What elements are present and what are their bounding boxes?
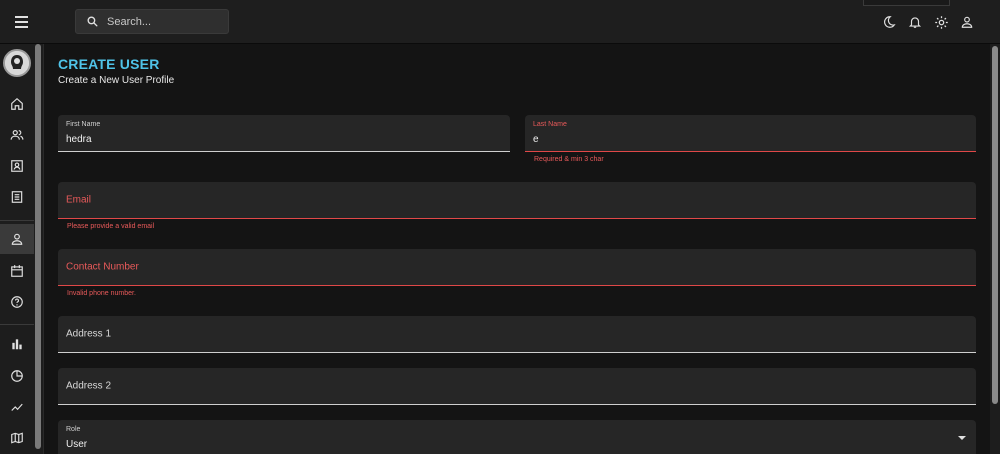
sidebar-item-geography[interactable]	[0, 423, 34, 453]
address2-placeholder: Address 2	[66, 380, 112, 392]
chevron-down-icon[interactable]	[958, 436, 966, 440]
sidebar-item-pie[interactable]	[0, 361, 34, 391]
email-error: Please provide a valid email	[67, 223, 155, 230]
last-name-value: e	[533, 134, 539, 145]
line-chart-icon	[11, 403, 23, 411]
bar-chart-icon	[12, 339, 22, 350]
address1-field[interactable]: Address 1	[58, 316, 976, 353]
first-name-field[interactable]: First Name hedra	[58, 115, 510, 152]
last-name-label: Last Name	[533, 121, 567, 128]
role-label: Role	[66, 426, 81, 433]
sidebar-item-bar[interactable]	[0, 329, 34, 359]
email-placeholder: Email	[66, 194, 92, 206]
sidebar	[0, 44, 44, 454]
sidebar-item-line[interactable]	[0, 392, 34, 422]
search-input[interactable]	[107, 10, 225, 33]
contacts-icon	[11, 160, 23, 172]
sidebar-item-home[interactable]	[0, 89, 34, 119]
home-icon	[11, 97, 23, 110]
email-field[interactable]: Email	[58, 182, 976, 219]
dark-mode-icon[interactable]	[880, 13, 898, 31]
sidebar-item-profile[interactable]	[0, 224, 34, 254]
first-name-value: hedra	[66, 134, 92, 145]
invoices-icon	[11, 191, 23, 203]
first-name-label: First Name	[66, 121, 101, 128]
main-content: CREATE USER Create a New User Profile Fi…	[44, 44, 990, 454]
help-icon	[11, 296, 23, 308]
team-icon	[10, 130, 24, 140]
page-subtitle: Create a New User Profile	[58, 75, 175, 86]
page-title: CREATE USER	[58, 56, 160, 72]
person-icon	[11, 233, 23, 245]
window-tab	[863, 0, 950, 6]
role-select[interactable]: Role User	[58, 420, 976, 454]
sidebar-item-calendar[interactable]	[0, 256, 34, 286]
contact-number-error: Invalid phone number.	[67, 290, 136, 297]
address1-placeholder: Address 1	[66, 328, 112, 340]
settings-icon[interactable]	[932, 13, 950, 31]
sidebar-item-contacts[interactable]	[0, 151, 34, 181]
search-icon	[87, 16, 98, 27]
avatar[interactable]	[3, 49, 31, 77]
top-bar	[0, 0, 1000, 44]
search-box[interactable]	[75, 9, 229, 34]
sidebar-scrollbar[interactable]	[34, 44, 42, 454]
role-value: User	[66, 439, 88, 450]
map-icon	[11, 432, 23, 444]
calendar-icon	[11, 265, 23, 277]
menu-icon[interactable]	[10, 11, 32, 33]
sidebar-item-invoices[interactable]	[0, 182, 34, 212]
last-name-field[interactable]: Last Name e	[525, 115, 976, 152]
last-name-error: Required & min 3 char	[534, 156, 604, 163]
contact-number-placeholder: Contact Number	[66, 261, 139, 273]
page-scrollbar[interactable]	[990, 44, 1000, 454]
sidebar-item-team[interactable]	[0, 120, 34, 150]
address2-field[interactable]: Address 2	[58, 368, 976, 405]
sidebar-item-faq[interactable]	[0, 287, 34, 317]
contact-number-field[interactable]: Contact Number	[58, 249, 976, 286]
person-icon[interactable]	[958, 13, 976, 31]
notifications-icon[interactable]	[906, 13, 924, 31]
pie-chart-icon	[11, 370, 23, 382]
